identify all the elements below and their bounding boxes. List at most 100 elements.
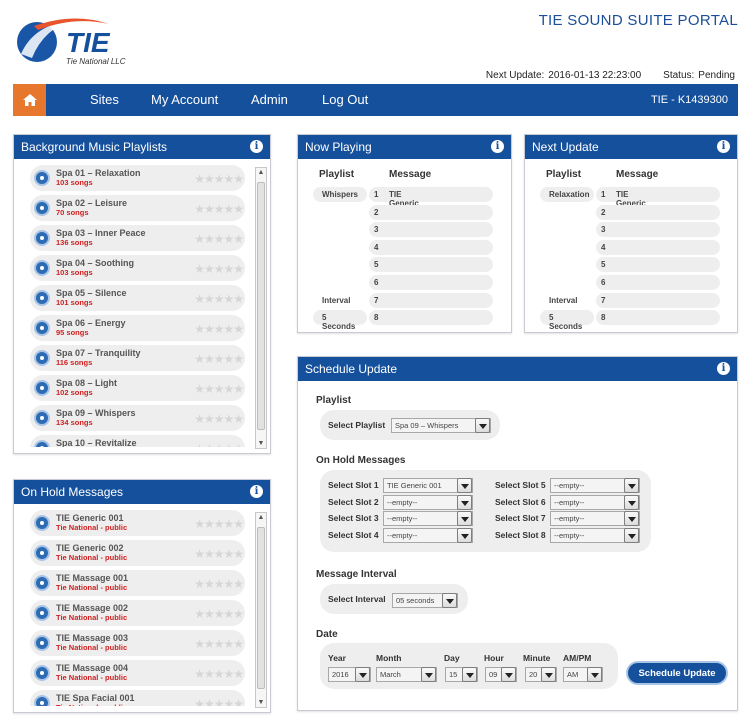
chevron-down-icon[interactable] <box>475 418 490 433</box>
star-rating[interactable]: ★★★★★ <box>194 352 244 366</box>
status-value: Pending <box>698 70 735 81</box>
list-item[interactable]: TIE Massage 001 Tie National - public ★★★★… <box>30 570 245 596</box>
chevron-down-icon[interactable] <box>457 494 472 510</box>
chevron-down-icon[interactable] <box>501 667 516 682</box>
slot-select[interactable]: --empty-- <box>550 511 640 527</box>
minute-select[interactable]: 20 <box>525 667 557 682</box>
list-item[interactable]: TIE Generic 001 Tie National - public ★★★★… <box>30 510 245 536</box>
day-select[interactable]: 15 <box>445 667 478 682</box>
list-item[interactable]: TIE Massage 003 Tie National - public ★★★★… <box>30 630 245 656</box>
scroll-up-icon[interactable]: ▲ <box>256 169 266 176</box>
home-button[interactable] <box>13 84 46 116</box>
scroll-down-icon[interactable]: ▼ <box>256 440 266 447</box>
star-rating[interactable]: ★★★★★ <box>194 202 244 216</box>
list-item[interactable]: Spa 07 – Tranquility 116 songs ★★★★★ <box>30 345 245 371</box>
chevron-down-icon[interactable] <box>355 667 370 682</box>
hour-select[interactable]: 09 <box>485 667 517 682</box>
chevron-down-icon[interactable] <box>587 667 602 682</box>
slot-select[interactable]: --empty-- <box>383 511 473 527</box>
playlist-section-title: Playlist <box>316 395 352 406</box>
chevron-down-icon[interactable] <box>421 667 436 682</box>
chevron-down-icon[interactable] <box>541 667 556 682</box>
list-item[interactable]: TIE Massage 002 Tie National - public ★★★★… <box>30 600 245 626</box>
scroll-thumb[interactable] <box>257 182 265 430</box>
info-icon[interactable]: i <box>250 140 263 153</box>
info-icon[interactable]: i <box>717 362 730 375</box>
slot-select[interactable]: --empty-- <box>383 494 473 510</box>
chevron-down-icon[interactable] <box>624 527 639 543</box>
list-item[interactable]: TIE Spa Facial 001Tie National - public ★… <box>30 690 245 706</box>
chevron-down-icon[interactable] <box>624 511 639 527</box>
star-rating[interactable]: ★★★★★ <box>194 667 244 681</box>
list-item[interactable]: Spa 05 – Silence 101 songs ★★★★★ <box>30 285 245 311</box>
nav-admin[interactable]: Admin <box>251 92 288 107</box>
info-icon[interactable]: i <box>250 485 263 498</box>
slot-select-value: TIE Generic 001 <box>387 481 442 490</box>
scroll-down-icon[interactable]: ▼ <box>256 699 266 706</box>
list-item[interactable]: Spa 03 – Inner Peace 136 songs ★★★★★ <box>30 225 245 251</box>
slot-select[interactable]: --empty-- <box>383 527 473 543</box>
star-rating[interactable]: ★★★★★ <box>194 637 244 651</box>
on-hold-messages-panel: On Hold Messages i TIE Generic 001 Tie Na… <box>13 479 271 713</box>
slot-select[interactable]: --empty-- <box>550 478 640 493</box>
list-item[interactable]: Spa 06 – Energy 95 songs ★★★★★ <box>30 315 245 341</box>
list-item[interactable]: Spa 08 – Light 102 songs ★★★★★ <box>30 375 245 401</box>
list-item[interactable]: Spa 09 – Whispers 134 songs ★★★★★ <box>30 405 245 431</box>
star-rating[interactable]: ★★★★★ <box>194 442 244 447</box>
chevron-down-icon[interactable] <box>624 494 639 510</box>
month-select[interactable]: March <box>376 667 437 682</box>
scroll-up-icon[interactable]: ▲ <box>256 514 266 521</box>
scrollbar[interactable]: ▲ ▼ <box>255 167 267 449</box>
chevron-down-icon[interactable] <box>462 667 477 682</box>
music-note-icon <box>34 605 50 621</box>
info-icon[interactable]: i <box>717 140 730 153</box>
panel-title: On Hold Messages <box>21 485 124 499</box>
item-title: Spa 01 – Relaxation <box>56 168 141 178</box>
item-subtitle: 103 songs <box>56 178 93 187</box>
star-rating[interactable]: ★★★★★ <box>194 172 244 186</box>
star-rating[interactable]: ★★★★★ <box>194 697 244 706</box>
chevron-down-icon[interactable] <box>442 593 457 608</box>
interval-select[interactable]: 05 seconds <box>392 593 458 608</box>
month-label: Month <box>376 653 402 663</box>
chevron-down-icon[interactable] <box>457 478 472 493</box>
chevron-down-icon[interactable] <box>624 478 639 493</box>
slot-select[interactable]: TIE Generic 001 <box>383 478 473 493</box>
nav-my-account[interactable]: My Account <box>151 92 218 107</box>
music-note-icon <box>34 290 50 306</box>
chevron-down-icon[interactable] <box>457 527 472 543</box>
slot-select[interactable]: --empty-- <box>550 527 640 543</box>
star-rating[interactable]: ★★★★★ <box>194 292 244 306</box>
list-item[interactable]: TIE Generic 002 Tie National - public ★★★★… <box>30 540 245 566</box>
message-slot <box>596 187 720 202</box>
nav-sites[interactable]: Sites <box>90 92 119 107</box>
star-rating[interactable]: ★★★★★ <box>194 412 244 426</box>
star-rating[interactable]: ★★★★★ <box>194 262 244 276</box>
list-item[interactable]: Spa 04 – Soothing 103 songs ★★★★★ <box>30 255 245 281</box>
list-item[interactable]: Spa 02 – Leisure 70 songs ★★★★★ <box>30 195 245 221</box>
scrollbar[interactable]: ▲ ▼ <box>255 512 267 708</box>
year-select[interactable]: 2016 <box>328 667 371 682</box>
list-item[interactable]: TIE Massage 004 Tie National - public ★★★★… <box>30 660 245 686</box>
nav-log-out[interactable]: Log Out <box>322 92 368 107</box>
star-rating[interactable]: ★★★★★ <box>194 547 244 561</box>
star-rating[interactable]: ★★★★★ <box>194 322 244 336</box>
list-item[interactable]: Spa 10 – Revitalize116 songs★★★★★ <box>30 435 245 447</box>
star-rating[interactable]: ★★★★★ <box>194 607 244 621</box>
playlist-select[interactable]: Spa 09 – Whispers <box>391 418 491 433</box>
star-rating[interactable]: ★★★★★ <box>194 232 244 246</box>
message-slot <box>596 239 720 255</box>
item-subtitle: 116 songs <box>56 358 93 367</box>
scroll-thumb[interactable] <box>257 527 265 689</box>
star-rating[interactable]: ★★★★★ <box>194 382 244 396</box>
chevron-down-icon[interactable] <box>457 511 472 527</box>
star-rating[interactable]: ★★★★★ <box>194 577 244 591</box>
list-item[interactable]: Spa 01 – Relaxation 103 songs ★★★★★ <box>30 165 245 191</box>
ampm-select[interactable]: AM <box>563 667 603 682</box>
info-icon[interactable]: i <box>491 140 504 153</box>
music-note-icon <box>34 260 50 276</box>
star-rating[interactable]: ★★★★★ <box>194 517 244 531</box>
slot-number: 1 <box>601 190 606 199</box>
slot-select[interactable]: --empty-- <box>550 494 640 510</box>
schedule-update-button[interactable]: Schedule Update <box>626 661 728 685</box>
